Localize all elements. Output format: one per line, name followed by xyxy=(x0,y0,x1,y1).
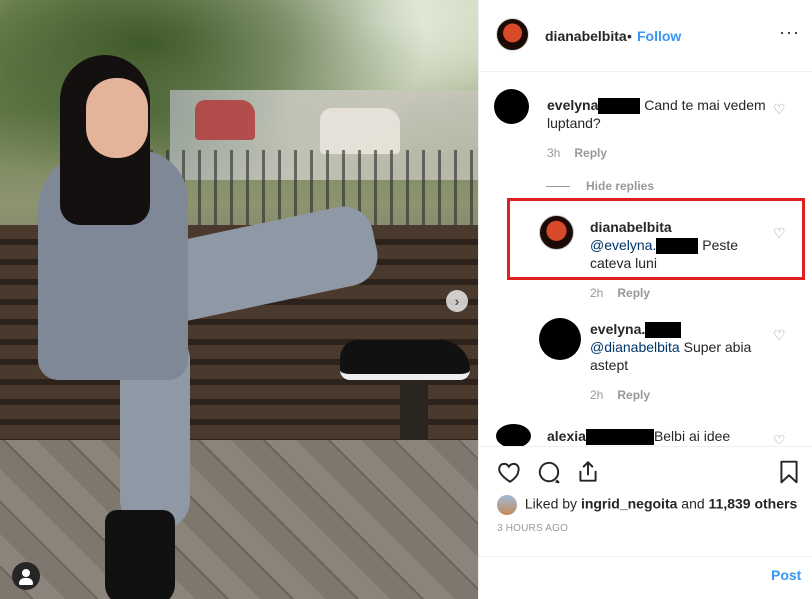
likes-joiner: and xyxy=(681,495,705,512)
liker-username[interactable]: ingrid_negoita xyxy=(581,496,677,512)
comment-meta: 2h Reply xyxy=(590,388,650,402)
commenter-avatar[interactable] xyxy=(496,424,531,448)
post-actions: Liked by ingrid_negoita and 11,839 other… xyxy=(479,446,812,556)
reply-button[interactable]: Reply xyxy=(574,146,607,160)
comment-age: 2h xyxy=(590,388,604,402)
likes-summary: Liked by ingrid_negoita and 11,839 other… xyxy=(497,495,797,515)
heart-icon[interactable] xyxy=(497,459,523,485)
comment-like-heart-icon[interactable]: ♡ xyxy=(773,225,786,242)
comment-meta: 3h Reply xyxy=(547,146,607,160)
hide-replies-button[interactable]: Hide replies xyxy=(546,179,654,193)
share-icon[interactable] xyxy=(575,459,601,485)
comment-like-heart-icon[interactable]: ♡ xyxy=(773,101,786,118)
likes-prefix: Liked by xyxy=(524,495,578,512)
commenter-avatar[interactable] xyxy=(539,215,574,250)
comment-username[interactable]: alexia xyxy=(547,428,586,444)
comment-username[interactable]: evelyna. xyxy=(590,321,645,337)
photo-shoe xyxy=(105,510,175,599)
commenter-avatar[interactable] xyxy=(539,318,581,360)
comment-age: 3h xyxy=(547,146,561,160)
post-author-username[interactable]: dianabelbita xyxy=(545,28,627,44)
likes-count[interactable]: 11,839 others xyxy=(709,496,798,512)
user-tag-icon-head xyxy=(22,569,30,577)
comment-username[interactable]: evelyna xyxy=(547,97,598,113)
hide-replies-label[interactable]: Hide replies xyxy=(586,179,654,193)
post-timestamp[interactable]: 3 HOURS AGO xyxy=(497,523,568,534)
comment-body: dianabelbita @evelyna. Peste cateva luni xyxy=(590,218,750,272)
comment-text: Belbi ai idee xyxy=(653,428,731,444)
follow-button[interactable]: Follow xyxy=(637,28,681,44)
photo-white-car xyxy=(320,108,400,154)
redaction-bar xyxy=(585,429,654,445)
comment-body: evelyna Cand te mai vedem luptand? xyxy=(547,96,767,132)
redaction-bar xyxy=(645,322,682,339)
photo-person-face xyxy=(86,78,148,158)
redaction-bar xyxy=(656,238,699,255)
photo-pavement xyxy=(0,440,478,599)
more-options-icon[interactable]: ··· xyxy=(779,22,800,43)
comment-icon[interactable] xyxy=(536,459,562,485)
header-separator: • xyxy=(627,28,632,44)
liker-avatar[interactable] xyxy=(497,495,517,515)
user-tag-icon-shoulders xyxy=(19,578,33,585)
bookmark-icon[interactable] xyxy=(776,459,802,485)
comment-like-heart-icon[interactable]: ♡ xyxy=(773,432,786,444)
comment-body: alexia Belbi ai idee xyxy=(547,427,767,445)
add-comment-bar[interactable]: Post xyxy=(479,556,812,599)
comment-like-heart-icon[interactable]: ♡ xyxy=(773,327,786,344)
commenter-avatar[interactable] xyxy=(494,89,529,124)
post-comment-button[interactable]: Post xyxy=(771,567,801,583)
next-photo-arrow-icon[interactable]: › xyxy=(446,290,468,312)
user-tag-icon[interactable] xyxy=(12,562,40,590)
post-author-avatar[interactable] xyxy=(496,18,529,51)
comment-meta: 2h Reply xyxy=(590,286,650,300)
post-header: dianabelbita • Follow ··· xyxy=(479,0,812,72)
reply-button[interactable]: Reply xyxy=(617,388,650,402)
post-side-panel: dianabelbita • Follow ··· evelyna Cand t… xyxy=(478,0,812,599)
hide-replies-line xyxy=(546,186,570,188)
comment-mention[interactable]: @dianabelbita xyxy=(590,339,680,355)
comment-body: evelyna. @dianabelbita Super abia astept xyxy=(590,320,765,374)
photo-shoe xyxy=(340,340,470,380)
comment-mention[interactable]: @evelyna. xyxy=(590,237,656,253)
photo-red-car xyxy=(195,100,255,140)
reply-button[interactable]: Reply xyxy=(617,286,650,300)
redaction-bar xyxy=(598,98,641,115)
comment-username[interactable]: dianabelbita xyxy=(590,219,672,235)
post-photo[interactable]: › xyxy=(0,0,478,599)
comment-age: 2h xyxy=(590,286,604,300)
